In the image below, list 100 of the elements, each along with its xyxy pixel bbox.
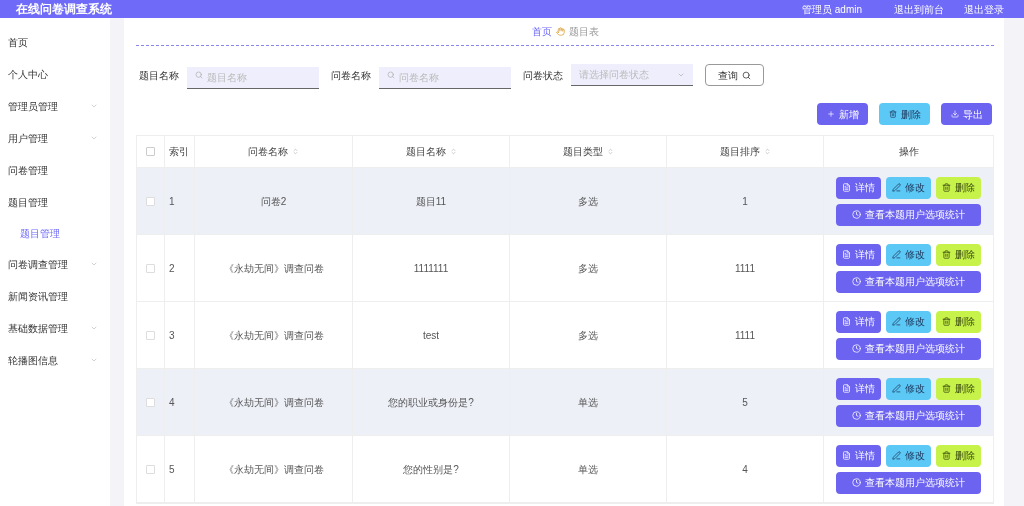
- table-cell-text: 多选: [578, 194, 598, 209]
- column-header[interactable]: 题目名称: [405, 144, 457, 159]
- add-button[interactable]: 新增: [817, 103, 868, 125]
- delete-button[interactable]: 删除: [879, 103, 930, 125]
- delete-button[interactable]: 删除: [936, 444, 981, 467]
- pen-icon: [892, 250, 901, 259]
- document-icon: [842, 384, 851, 393]
- export-button[interactable]: 导出: [941, 103, 992, 125]
- table-cell-text: 《永劫无间》调查问卷: [223, 261, 324, 276]
- table-cell-text: 3: [169, 328, 175, 343]
- table-cell-text: 多选: [578, 261, 598, 276]
- statistics-button[interactable]: 查看本题用户选项统计: [836, 337, 981, 360]
- table-cell-text: 4: [169, 395, 175, 410]
- trash-icon: [888, 110, 897, 118]
- search-icon: [742, 70, 751, 80]
- column-header[interactable]: 题目排序: [719, 144, 771, 159]
- table-cell-text: 1: [169, 194, 175, 209]
- table-cell-text: 《永劫无间》调查问卷: [223, 328, 324, 343]
- delete-button[interactable]: 删除: [936, 377, 981, 400]
- sort-icon: [449, 148, 457, 155]
- chevron-icon: [90, 260, 98, 268]
- checkbox[interactable]: [146, 263, 155, 273]
- checkbox[interactable]: [146, 330, 155, 340]
- document-icon: [842, 183, 851, 192]
- filter-label: 题目名称: [139, 68, 179, 83]
- header-link[interactable]: 退出到前台: [894, 1, 944, 17]
- checkbox[interactable]: [146, 464, 155, 474]
- table-cell-text: 问卷2: [260, 194, 287, 209]
- column-header[interactable]: 题目类型: [562, 144, 614, 159]
- statistics-button[interactable]: 查看本题用户选项统计: [836, 203, 981, 226]
- sidebar-item[interactable]: 题目管理: [0, 186, 110, 218]
- chevron-icon: [90, 356, 98, 364]
- header-link[interactable]: 退出登录: [964, 1, 1004, 17]
- filter-label: 问卷状态: [523, 68, 563, 83]
- detail-button[interactable]: 详情: [836, 377, 881, 400]
- detail-button[interactable]: 详情: [836, 176, 881, 199]
- trash-icon: [942, 183, 951, 192]
- pen-icon: [892, 183, 901, 192]
- table-cell-text: test: [422, 328, 440, 343]
- column-header: 操作: [898, 145, 919, 159]
- statistics-button[interactable]: 查看本题用户选项统计: [836, 270, 981, 293]
- statistics-button[interactable]: 查看本题用户选项统计: [836, 471, 981, 494]
- statistics-button[interactable]: 查看本题用户选项统计: [836, 404, 981, 427]
- search-icon: [387, 71, 395, 79]
- sidebar-item[interactable]: 管理员管理: [0, 90, 110, 122]
- user-label: 管理员 admin: [802, 2, 862, 17]
- table-cell-text: 1111: [735, 261, 755, 276]
- delete-button[interactable]: 删除: [936, 243, 981, 266]
- table-cell-text: 5: [742, 395, 748, 410]
- pen-icon: [892, 451, 901, 460]
- clock-icon: [852, 478, 861, 487]
- clock-icon: [852, 277, 861, 286]
- plus-icon: [826, 110, 835, 118]
- sidebar-item[interactable]: 轮播图信息: [0, 344, 110, 376]
- table-cell-text: 2: [169, 261, 175, 276]
- pen-icon: [892, 317, 901, 326]
- detail-button[interactable]: 详情: [836, 310, 881, 333]
- search-button[interactable]: 查询: [705, 64, 764, 86]
- edit-button[interactable]: 修改: [886, 243, 931, 266]
- document-icon: [842, 250, 851, 259]
- sidebar-item[interactable]: 问卷管理: [0, 154, 110, 186]
- checkbox[interactable]: [146, 147, 155, 156]
- clock-icon: [852, 344, 861, 353]
- chevron-icon: [90, 324, 98, 332]
- sort-icon: [763, 148, 771, 155]
- sidebar-item[interactable]: 新闻资讯管理: [0, 280, 110, 312]
- edit-button[interactable]: 修改: [886, 310, 931, 333]
- clock-icon: [852, 411, 861, 420]
- table-cell-text: 单选: [578, 462, 598, 477]
- filter-label: 问卷名称: [331, 68, 371, 83]
- checkbox[interactable]: [146, 196, 155, 206]
- trash-icon: [942, 317, 951, 326]
- column-header[interactable]: 问卷名称: [248, 144, 299, 159]
- edit-button[interactable]: 修改: [886, 444, 931, 467]
- download-icon: [950, 110, 959, 118]
- sidebar-item[interactable]: 首页: [0, 26, 110, 58]
- detail-button[interactable]: 详情: [836, 243, 881, 266]
- trash-icon: [942, 451, 951, 460]
- sidebar-subitem[interactable]: 题目管理: [0, 218, 110, 248]
- delete-button[interactable]: 删除: [936, 310, 981, 333]
- table-cell-text: 4: [742, 462, 748, 477]
- sidebar-item[interactable]: 基础数据管理: [0, 312, 110, 344]
- breadcrumb-link[interactable]: 首页: [531, 24, 552, 39]
- table-cell-text: 单选: [578, 395, 598, 410]
- table-cell-text: 1111: [735, 328, 755, 343]
- detail-button[interactable]: 详情: [836, 444, 881, 467]
- document-icon: [842, 317, 851, 326]
- table-cell-text: 多选: [578, 328, 598, 343]
- checkbox[interactable]: [146, 397, 155, 407]
- table-cell-text: 1: [742, 194, 748, 209]
- hand-icon: [555, 27, 565, 36]
- sidebar-item[interactable]: 用户管理: [0, 122, 110, 154]
- trash-icon: [942, 250, 951, 259]
- app-title: 在线问卷调查系统: [16, 1, 112, 18]
- edit-button[interactable]: 修改: [886, 377, 931, 400]
- sidebar-item[interactable]: 个人中心: [0, 58, 110, 90]
- sidebar-item[interactable]: 问卷调查管理: [0, 248, 110, 280]
- search-field[interactable]: 题目名称: [187, 67, 319, 89]
- edit-button[interactable]: 修改: [886, 176, 931, 199]
- delete-button[interactable]: 删除: [936, 176, 981, 199]
